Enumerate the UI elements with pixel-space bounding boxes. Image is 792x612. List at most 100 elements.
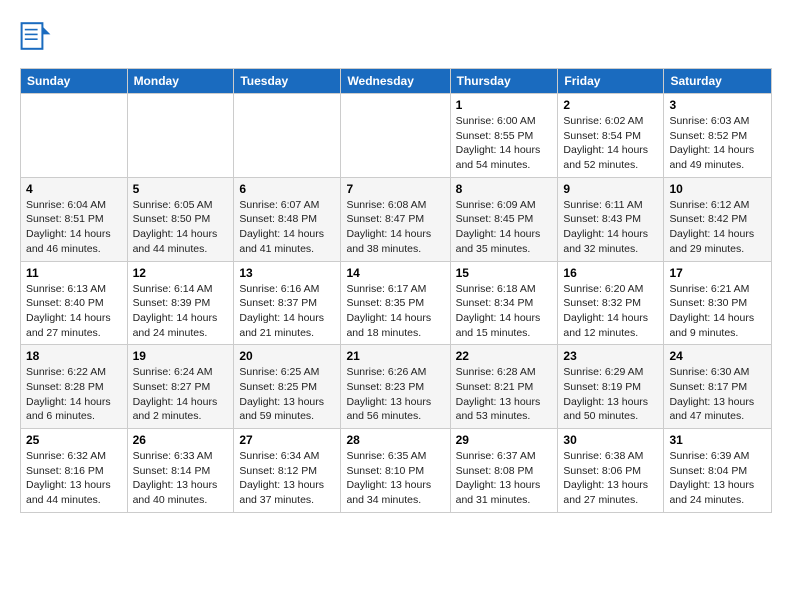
day-info: Sunrise: 6:25 AM Sunset: 8:25 PM Dayligh…: [239, 365, 335, 424]
calendar-cell: 12 Sunrise: 6:14 AM Sunset: 8:39 PM Dayli…: [127, 261, 234, 345]
weekday-header-saturday: Saturday: [664, 69, 772, 94]
weekday-header-sunday: Sunday: [21, 69, 128, 94]
day-number: 18: [26, 349, 122, 363]
day-number: 28: [346, 433, 444, 447]
calendar-cell: 3 Sunrise: 6:03 AM Sunset: 8:52 PM Daylig…: [664, 94, 772, 178]
calendar-header: SundayMondayTuesdayWednesdayThursdayFrid…: [21, 69, 772, 94]
calendar-week-5: 25 Sunrise: 6:32 AM Sunset: 8:16 PM Dayli…: [21, 429, 772, 513]
day-info: Sunrise: 6:12 AM Sunset: 8:42 PM Dayligh…: [669, 198, 766, 257]
day-number: 4: [26, 182, 122, 196]
day-info: Sunrise: 6:37 AM Sunset: 8:08 PM Dayligh…: [456, 449, 553, 508]
day-info: Sunrise: 6:13 AM Sunset: 8:40 PM Dayligh…: [26, 282, 122, 341]
day-number: 25: [26, 433, 122, 447]
calendar-body: 1Sunrise: 6:00 AM Sunset: 8:55 PM Daylig…: [21, 94, 772, 513]
day-info: Sunrise: 6:16 AM Sunset: 8:37 PM Dayligh…: [239, 282, 335, 341]
day-info: Sunrise: 6:34 AM Sunset: 8:12 PM Dayligh…: [239, 449, 335, 508]
calendar-week-4: 18 Sunrise: 6:22 AM Sunset: 8:28 PM Dayli…: [21, 345, 772, 429]
day-number: 1: [456, 98, 553, 112]
day-info: Sunrise: 6:04 AM Sunset: 8:51 PM Dayligh…: [26, 198, 122, 257]
calendar-cell: [341, 94, 450, 178]
weekday-header-tuesday: Tuesday: [234, 69, 341, 94]
weekday-header-row: SundayMondayTuesdayWednesdayThursdayFrid…: [21, 69, 772, 94]
day-number: 30: [563, 433, 658, 447]
calendar-cell: 29 Sunrise: 6:37 AM Sunset: 8:08 PM Dayli…: [450, 429, 558, 513]
day-number: 21: [346, 349, 444, 363]
calendar-cell: 1Sunrise: 6:00 AM Sunset: 8:55 PM Daylig…: [450, 94, 558, 178]
calendar-cell: 13 Sunrise: 6:16 AM Sunset: 8:37 PM Dayli…: [234, 261, 341, 345]
logo: [20, 20, 56, 52]
calendar-cell: 27 Sunrise: 6:34 AM Sunset: 8:12 PM Dayli…: [234, 429, 341, 513]
day-number: 22: [456, 349, 553, 363]
calendar-week-3: 11 Sunrise: 6:13 AM Sunset: 8:40 PM Dayli…: [21, 261, 772, 345]
day-info: Sunrise: 6:07 AM Sunset: 8:48 PM Dayligh…: [239, 198, 335, 257]
day-number: 23: [563, 349, 658, 363]
day-number: 8: [456, 182, 553, 196]
day-info: Sunrise: 6:02 AM Sunset: 8:54 PM Dayligh…: [563, 114, 658, 173]
calendar-cell: 6 Sunrise: 6:07 AM Sunset: 8:48 PM Daylig…: [234, 177, 341, 261]
calendar-cell: 15 Sunrise: 6:18 AM Sunset: 8:34 PM Dayli…: [450, 261, 558, 345]
day-number: 20: [239, 349, 335, 363]
day-info: Sunrise: 6:33 AM Sunset: 8:14 PM Dayligh…: [133, 449, 229, 508]
day-info: Sunrise: 6:14 AM Sunset: 8:39 PM Dayligh…: [133, 282, 229, 341]
day-number: 5: [133, 182, 229, 196]
day-info: Sunrise: 6:28 AM Sunset: 8:21 PM Dayligh…: [456, 365, 553, 424]
calendar-cell: 18 Sunrise: 6:22 AM Sunset: 8:28 PM Dayli…: [21, 345, 128, 429]
day-info: Sunrise: 6:30 AM Sunset: 8:17 PM Dayligh…: [669, 365, 766, 424]
day-number: 26: [133, 433, 229, 447]
day-number: 24: [669, 349, 766, 363]
calendar-cell: [234, 94, 341, 178]
day-number: 13: [239, 266, 335, 280]
calendar-cell: 19 Sunrise: 6:24 AM Sunset: 8:27 PM Dayli…: [127, 345, 234, 429]
day-info: Sunrise: 6:32 AM Sunset: 8:16 PM Dayligh…: [26, 449, 122, 508]
day-info: Sunrise: 6:38 AM Sunset: 8:06 PM Dayligh…: [563, 449, 658, 508]
day-number: 29: [456, 433, 553, 447]
day-number: 15: [456, 266, 553, 280]
day-info: Sunrise: 6:17 AM Sunset: 8:35 PM Dayligh…: [346, 282, 444, 341]
weekday-header-wednesday: Wednesday: [341, 69, 450, 94]
calendar-cell: 9Sunrise: 6:11 AM Sunset: 8:43 PM Daylig…: [558, 177, 664, 261]
day-number: 7: [346, 182, 444, 196]
day-info: Sunrise: 6:29 AM Sunset: 8:19 PM Dayligh…: [563, 365, 658, 424]
day-info: Sunrise: 6:24 AM Sunset: 8:27 PM Dayligh…: [133, 365, 229, 424]
day-number: 17: [669, 266, 766, 280]
calendar-cell: 26 Sunrise: 6:33 AM Sunset: 8:14 PM Dayli…: [127, 429, 234, 513]
calendar-cell: 30 Sunrise: 6:38 AM Sunset: 8:06 PM Dayli…: [558, 429, 664, 513]
day-info: Sunrise: 6:26 AM Sunset: 8:23 PM Dayligh…: [346, 365, 444, 424]
calendar-week-2: 4 Sunrise: 6:04 AM Sunset: 8:51 PM Daylig…: [21, 177, 772, 261]
calendar-cell: 8Sunrise: 6:09 AM Sunset: 8:45 PM Daylig…: [450, 177, 558, 261]
day-number: 14: [346, 266, 444, 280]
day-number: 6: [239, 182, 335, 196]
calendar-cell: [21, 94, 128, 178]
logo-icon: [20, 20, 52, 52]
day-info: Sunrise: 6:22 AM Sunset: 8:28 PM Dayligh…: [26, 365, 122, 424]
day-info: Sunrise: 6:03 AM Sunset: 8:52 PM Dayligh…: [669, 114, 766, 173]
day-number: 3: [669, 98, 766, 112]
page-header: [20, 20, 772, 52]
calendar-cell: 20 Sunrise: 6:25 AM Sunset: 8:25 PM Dayli…: [234, 345, 341, 429]
day-number: 10: [669, 182, 766, 196]
calendar-cell: 22 Sunrise: 6:28 AM Sunset: 8:21 PM Dayli…: [450, 345, 558, 429]
weekday-header-thursday: Thursday: [450, 69, 558, 94]
calendar-cell: 2 Sunrise: 6:02 AM Sunset: 8:54 PM Daylig…: [558, 94, 664, 178]
calendar-cell: 21 Sunrise: 6:26 AM Sunset: 8:23 PM Dayli…: [341, 345, 450, 429]
calendar-cell: 28 Sunrise: 6:35 AM Sunset: 8:10 PM Dayli…: [341, 429, 450, 513]
day-number: 11: [26, 266, 122, 280]
day-number: 2: [563, 98, 658, 112]
day-number: 12: [133, 266, 229, 280]
day-info: Sunrise: 6:18 AM Sunset: 8:34 PM Dayligh…: [456, 282, 553, 341]
day-number: 31: [669, 433, 766, 447]
day-info: Sunrise: 6:35 AM Sunset: 8:10 PM Dayligh…: [346, 449, 444, 508]
day-number: 27: [239, 433, 335, 447]
calendar-week-1: 1Sunrise: 6:00 AM Sunset: 8:55 PM Daylig…: [21, 94, 772, 178]
calendar-cell: 11 Sunrise: 6:13 AM Sunset: 8:40 PM Dayli…: [21, 261, 128, 345]
calendar-cell: 5Sunrise: 6:05 AM Sunset: 8:50 PM Daylig…: [127, 177, 234, 261]
day-number: 16: [563, 266, 658, 280]
day-info: Sunrise: 6:21 AM Sunset: 8:30 PM Dayligh…: [669, 282, 766, 341]
weekday-header-monday: Monday: [127, 69, 234, 94]
calendar-cell: 4 Sunrise: 6:04 AM Sunset: 8:51 PM Daylig…: [21, 177, 128, 261]
weekday-header-friday: Friday: [558, 69, 664, 94]
day-number: 19: [133, 349, 229, 363]
calendar-table: SundayMondayTuesdayWednesdayThursdayFrid…: [20, 68, 772, 513]
calendar-cell: 23 Sunrise: 6:29 AM Sunset: 8:19 PM Dayli…: [558, 345, 664, 429]
calendar-cell: 31Sunrise: 6:39 AM Sunset: 8:04 PM Dayli…: [664, 429, 772, 513]
